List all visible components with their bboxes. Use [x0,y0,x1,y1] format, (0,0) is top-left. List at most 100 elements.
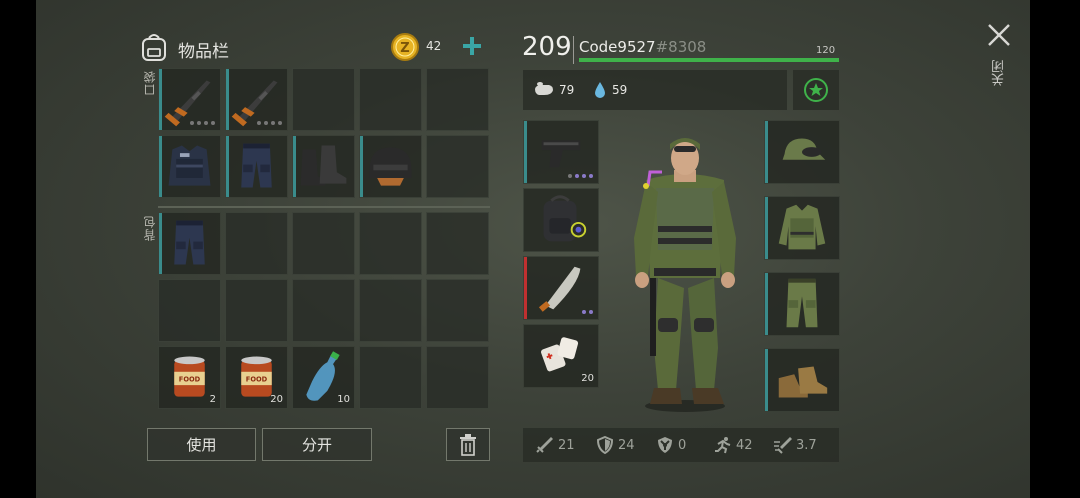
attack-speed-value: 3.7 [796,437,817,453]
running-icon [715,437,731,454]
camo-pants-icon [786,278,818,328]
backpack-slot[interactable]: FOOD 2 [158,346,221,409]
pocket-slot[interactable] [158,135,221,198]
backpack-slot[interactable] [292,212,355,275]
character-model [634,138,736,412]
defense-value: 24 [618,437,635,453]
backpack-icon [142,34,166,61]
attack-speed-icon [774,437,792,454]
pocket-slot[interactable] [158,68,221,131]
backpack-slot[interactable] [359,279,422,342]
speed-stat: 42 [713,436,753,454]
favorite-button[interactable] [793,70,839,110]
camo-jacket-icon [778,204,826,250]
backpack-icon [543,195,587,242]
hunger-icon [535,82,553,95]
attack-speed-stat: 3.7 [773,436,817,454]
inventory-title: 物品栏 [178,42,229,62]
coin-count: 42 [426,39,442,53]
upgrade-dots [190,121,215,125]
svg-text:Z: Z [400,41,409,56]
thirst-icon [595,82,605,98]
close-button[interactable]: 关闭 [984,22,1014,102]
equipment-slot-armor[interactable] [764,120,840,184]
upgrade-dots [568,174,593,178]
trash-button[interactable] [446,428,490,461]
upgrade-dots [582,310,593,314]
speed-value: 42 [736,437,753,453]
upgrade-dots [257,121,282,125]
pocket-slot[interactable] [426,68,489,131]
survival-stats: 79 59 [523,70,787,110]
backpack-slot[interactable] [426,279,489,342]
backpack-slot[interactable] [158,212,221,275]
use-button[interactable]: 使用 [147,428,256,461]
xp-max: 120 [816,45,836,56]
screen-edge [1030,0,1080,498]
equipment-slot-armor[interactable] [764,348,840,412]
equipment-slot-weapon[interactable] [523,120,599,184]
item-quantity: 10 [337,394,350,405]
split-button[interactable]: 分开 [262,428,372,461]
backpack-slot[interactable] [426,212,489,275]
backpack-slot[interactable] [359,212,422,275]
damage-value: 21 [558,437,575,453]
pocket-slot[interactable] [225,135,288,198]
radiation-shield-icon [658,437,672,453]
backpack-slot[interactable] [292,279,355,342]
pocket-slot[interactable] [292,68,355,131]
equipment-slot-armor[interactable] [764,272,840,336]
level-separator [573,36,574,64]
backpack-slot[interactable] [225,279,288,342]
character-name-line: Code9527#8308 [579,38,706,56]
equipment-slot-armor[interactable] [764,196,840,260]
character-level: 209 [522,32,572,62]
star-icon [804,78,828,102]
pocket-slot[interactable] [359,68,422,131]
shield-icon [596,436,614,454]
radiation-value: 0 [678,437,687,453]
backpack-slot[interactable]: FOOD 20 [225,346,288,409]
backpack-slot[interactable] [158,279,221,342]
gold-coin-icon: Z [391,33,419,61]
xp-bar [579,58,839,62]
backpack-label: 背包 [143,215,157,241]
item-quantity: 2 [209,394,216,405]
pocket-slot[interactable] [225,68,288,131]
police-pants-icon [241,143,272,188]
pocket-slot[interactable] [426,135,489,198]
backpack-slot[interactable] [225,212,288,275]
damage-stat: 21 [535,436,575,454]
item-quantity: 20 [581,373,594,384]
item-quantity: 20 [270,394,283,405]
trash-icon [460,433,476,456]
section-divider [158,206,490,208]
equipment-slot-weapon[interactable] [523,256,599,320]
boots-icon [300,145,347,186]
hunger-value: 79 [559,83,575,97]
equipment-slot-weapon[interactable] [523,188,599,252]
pocket-slot[interactable] [292,135,355,198]
helmet-icon [369,147,412,186]
pocket-slot[interactable] [359,135,422,198]
equipment-slot-weapon[interactable]: 20 [523,324,599,388]
character-tag: #8308 [655,38,707,56]
svg-text:FOOD: FOOD [179,375,201,383]
backpack-slot[interactable]: 10 [292,346,355,409]
character-name: Code9527 [579,38,656,56]
radiation-stat: 0 [655,436,686,454]
pockets-label: 口袋 [143,70,157,96]
thirst-value: 59 [612,83,628,97]
leather-boots-icon [778,366,828,398]
add-coins-button[interactable] [460,34,484,58]
backpack-slot[interactable] [359,346,422,409]
svg-text:FOOD: FOOD [246,375,268,383]
backpack-slot[interactable] [426,346,489,409]
defense-stat: 24 [595,436,635,454]
police-vest-icon [168,145,211,186]
sword-icon [536,437,553,453]
camo-cap-icon [782,138,826,160]
combat-stats: 21 24 0 42 3.7 [523,428,839,462]
inventory-header: 物品栏 Z 42 [140,30,526,64]
xp-bar-fill [579,58,839,62]
